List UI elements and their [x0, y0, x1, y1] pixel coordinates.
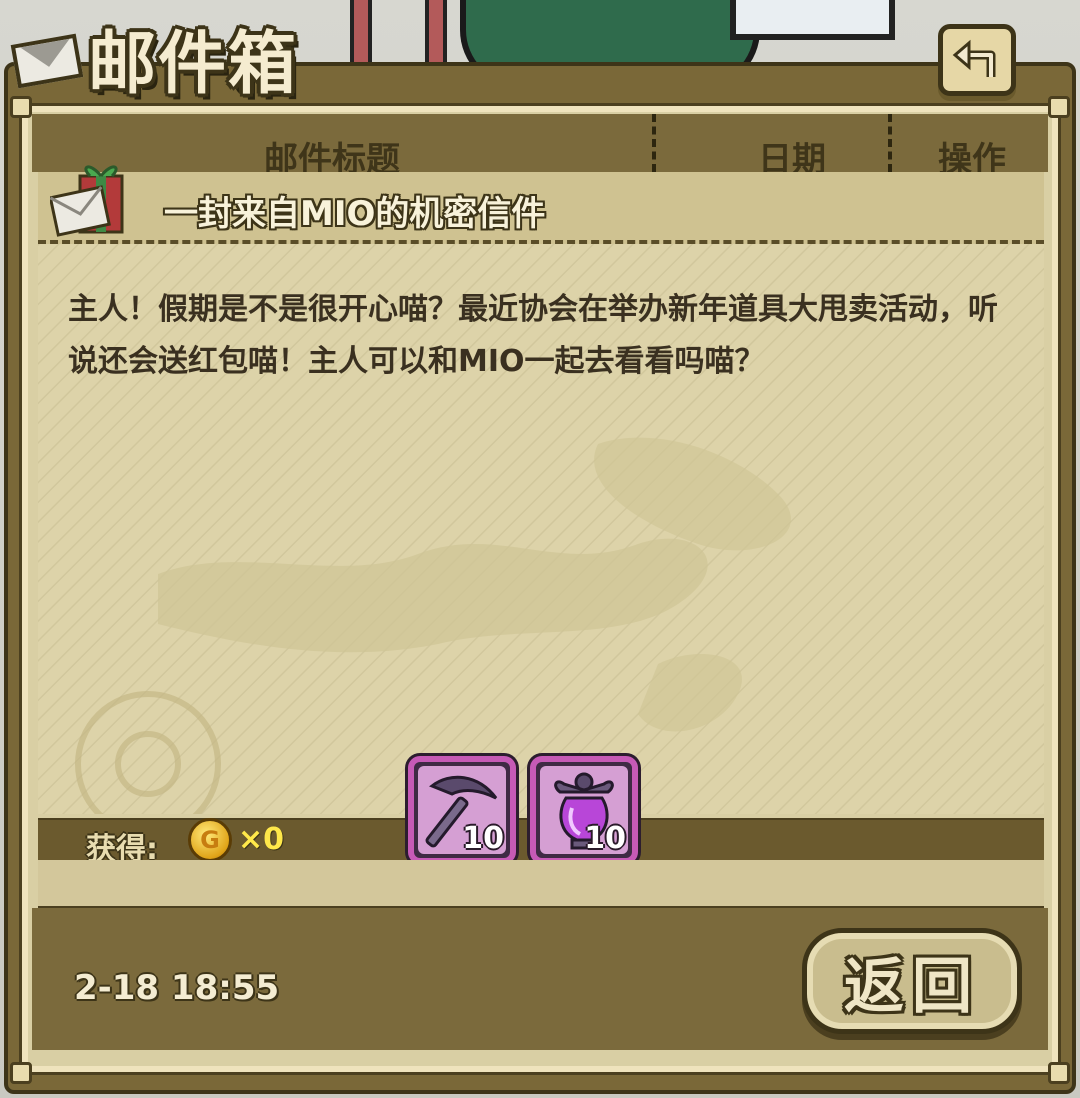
- window-title: 邮件箱: [88, 24, 299, 104]
- envelope-icon: [10, 31, 84, 88]
- return-button[interactable]: 返回: [802, 928, 1022, 1034]
- header-divider: [652, 114, 656, 172]
- back-arrow-button[interactable]: [938, 24, 1016, 96]
- gift-mail-icon: [50, 165, 124, 237]
- item-quantity: 10: [584, 821, 626, 856]
- window-title-group: 邮件箱: [10, 8, 299, 107]
- reward-item-pickaxe[interactable]: 10: [408, 756, 516, 864]
- frame-corner: [1048, 96, 1070, 118]
- mail-body: 主人！假期是不是很开心喵？最近协会在举办新年道具大甩卖活动，听说还会送红包喵！主…: [38, 244, 1044, 814]
- header-divider: [888, 114, 892, 172]
- mail-subject-row: 一封来自MIO的机密信件: [38, 165, 1044, 244]
- frame-corner: [10, 1062, 32, 1084]
- mail-body-text: 主人！假期是不是很开心喵？最近协会在举办新年道具大甩卖活动，听说还会送红包喵！主…: [68, 292, 998, 379]
- header-action: 操作: [938, 140, 1006, 172]
- header-date: 日期: [758, 140, 826, 172]
- paper-divider: [38, 860, 1044, 909]
- return-arrow-icon: [952, 39, 996, 77]
- reward-item-potion[interactable]: 10: [530, 756, 638, 864]
- mail-footer: 2-18 18:55 返回: [32, 908, 1048, 1050]
- mail-date: 2-18 18:55: [74, 968, 280, 1008]
- gold-coin-icon: G: [188, 818, 232, 862]
- mail-list-header: 邮件标题 日期 操作: [32, 114, 1048, 172]
- item-quantity: 10: [462, 821, 504, 856]
- mail-subject: 一封来自MIO的机密信件: [164, 194, 546, 234]
- coin-count: ×0: [238, 822, 285, 857]
- header-subject: 邮件标题: [264, 140, 400, 172]
- background-decoration: [730, 0, 895, 40]
- frame-corner: [1048, 1062, 1070, 1084]
- coin-symbol: G: [200, 826, 220, 854]
